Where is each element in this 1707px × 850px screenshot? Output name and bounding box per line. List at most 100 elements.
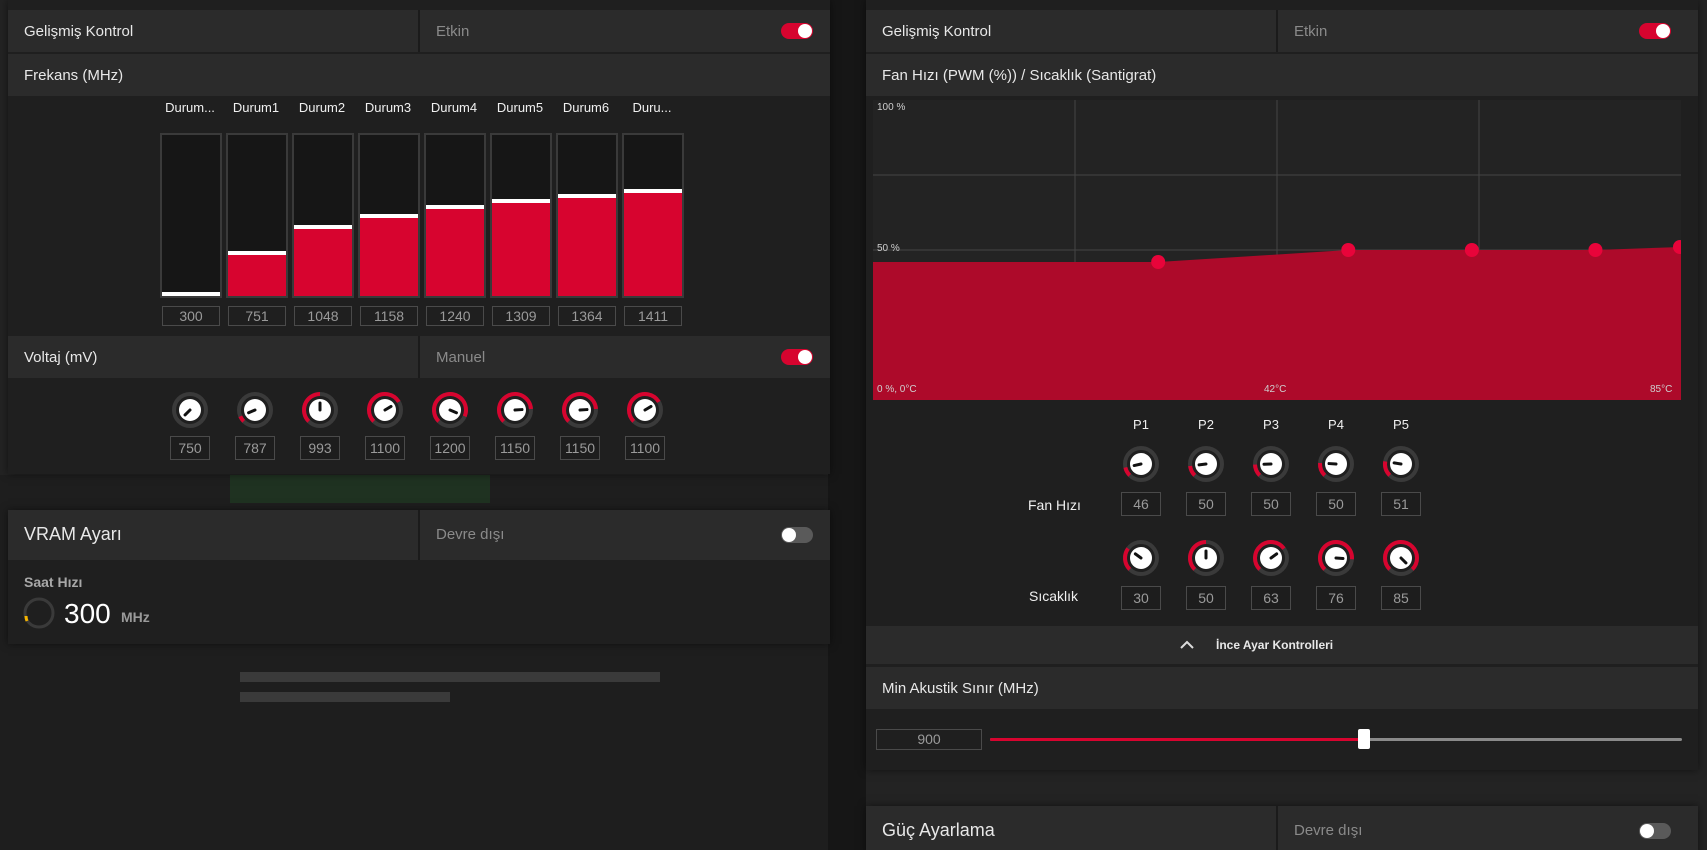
state-bar[interactable] [622, 133, 684, 298]
advanced-control-status: Etkin [436, 23, 470, 40]
state-value[interactable]: 1048 [294, 306, 352, 326]
state-bar-handle[interactable] [294, 224, 352, 229]
voltage-knob[interactable] [625, 390, 665, 430]
state-bar-handle[interactable] [624, 189, 682, 194]
state-value[interactable]: 1364 [558, 306, 616, 326]
min-acoustic-value[interactable]: 900 [876, 729, 982, 750]
fan-curve-svg [873, 100, 1681, 400]
voltage-knob[interactable] [430, 390, 470, 430]
voltage-knob[interactable] [365, 390, 405, 430]
clock-speed-value: 300 [64, 598, 111, 629]
state-value[interactable]: 751 [228, 306, 286, 326]
fan-speed-value[interactable]: 46 [1121, 492, 1161, 516]
fine-tune-row[interactable]: İnce Ayar Kontrolleri [866, 626, 1698, 664]
voltage-knob[interactable] [170, 390, 210, 430]
fan-speed-value[interactable]: 50 [1186, 492, 1226, 516]
temperature-value[interactable]: 85 [1381, 586, 1421, 610]
fan-speed-knob[interactable] [1381, 444, 1421, 484]
state-bar[interactable] [160, 133, 222, 298]
voltage-knob[interactable] [300, 390, 340, 430]
fan-advanced-control-status: Etkin [1294, 23, 1328, 40]
power-toggle[interactable] [1639, 823, 1671, 839]
temperature-knob[interactable] [1186, 538, 1226, 578]
voltage-knob[interactable] [235, 390, 275, 430]
temperature-knob[interactable] [1121, 538, 1161, 578]
frequency-state[interactable]: Durum5 1309 [489, 100, 552, 326]
fan-speed-value[interactable]: 51 [1381, 492, 1421, 516]
fan-speed-knob[interactable] [1316, 444, 1356, 484]
voltage-value[interactable]: 1100 [625, 436, 665, 460]
fan-curve-chart[interactable]: 100 % 50 % 0 %, 0°C 42°C 85°C [873, 100, 1681, 400]
state-name: Durum6 [562, 100, 610, 115]
state-bar[interactable] [292, 133, 354, 298]
voltage-value[interactable]: 993 [300, 436, 340, 460]
temperature-value[interactable]: 50 [1186, 586, 1226, 610]
temperature-knob[interactable] [1316, 538, 1356, 578]
state-bar-handle[interactable] [426, 205, 484, 210]
vram-label: VRAM Ayarı [24, 524, 122, 544]
frequency-state[interactable]: Durum2 1048 [291, 100, 354, 326]
voltage-knob[interactable] [495, 390, 535, 430]
frequency-state[interactable]: Duru... 1411 [621, 100, 684, 326]
frequency-state[interactable]: Durum1 751 [225, 100, 288, 326]
fan-speed-dial-icon [1253, 446, 1289, 482]
voltage-knob[interactable] [560, 390, 600, 430]
voltage-value[interactable]: 1150 [495, 436, 535, 460]
point-column-title: P5 [1393, 417, 1409, 432]
state-bar-handle[interactable] [492, 199, 550, 204]
state-value[interactable]: 300 [162, 306, 220, 326]
fan-advanced-control-toggle[interactable] [1639, 23, 1671, 39]
voltage-value[interactable]: 1200 [430, 436, 470, 460]
voltage-value[interactable]: 1150 [560, 436, 600, 460]
frequency-state[interactable]: Durum... 300 [159, 100, 222, 326]
state-bar-handle[interactable] [558, 194, 616, 199]
state-bar-handle[interactable] [360, 213, 418, 218]
state-bar[interactable] [424, 133, 486, 298]
min-acoustic-slider-thumb[interactable] [1357, 729, 1370, 749]
voltage-value[interactable]: 787 [235, 436, 275, 460]
fan-speed-knob[interactable] [1251, 444, 1291, 484]
state-bar-handle[interactable] [162, 292, 220, 296]
fan-speed-value[interactable]: 50 [1316, 492, 1356, 516]
frequency-state[interactable]: Durum6 1364 [555, 100, 618, 326]
temperature-value[interactable]: 76 [1316, 586, 1356, 610]
voltage-value[interactable]: 750 [170, 436, 210, 460]
state-name: Durum3 [364, 100, 412, 115]
min-acoustic-header: Min Akustik Sınır (MHz) [866, 667, 1698, 709]
frequency-state[interactable]: Durum4 1240 [423, 100, 486, 326]
state-bar-handle[interactable] [228, 250, 286, 255]
temperature-value[interactable]: 30 [1121, 586, 1161, 610]
voltage-value[interactable]: 1100 [365, 436, 405, 460]
toggle-knob [782, 528, 796, 542]
state-bar-fill [558, 196, 616, 296]
temperature-knob[interactable] [1251, 538, 1291, 578]
fan-speed-knob[interactable] [1121, 444, 1161, 484]
state-value[interactable]: 1240 [426, 306, 484, 326]
temperature-value[interactable]: 63 [1251, 586, 1291, 610]
advanced-control-toggle[interactable] [781, 23, 813, 39]
state-bar-fill [294, 226, 352, 296]
voltage-dial-icon [237, 392, 273, 428]
voltage-dial-icon [302, 392, 338, 428]
frequency-state[interactable]: Durum3 1158 [357, 100, 420, 326]
state-value[interactable]: 1411 [624, 306, 682, 326]
clock-gauge-icon [23, 597, 55, 629]
state-bar[interactable] [490, 133, 552, 298]
state-bar[interactable] [556, 133, 618, 298]
temperature-knob[interactable] [1381, 538, 1421, 578]
temperature-dial-icon [1188, 540, 1224, 576]
fan-speed-value[interactable]: 50 [1251, 492, 1291, 516]
vram-toggle[interactable] [781, 527, 813, 543]
voltage-dial-icon [172, 392, 208, 428]
fan-speed-knob[interactable] [1186, 444, 1226, 484]
state-value[interactable]: 1158 [360, 306, 418, 326]
fan-speed-dial-icon [1318, 446, 1354, 482]
state-bar[interactable] [358, 133, 420, 298]
fan-advanced-control-row: Gelişmiş Kontrol Etkin [866, 10, 1698, 52]
fan-curve-point [1151, 255, 1166, 269]
state-bar[interactable] [226, 133, 288, 298]
fan-curve-point [1588, 243, 1603, 257]
state-value[interactable]: 1309 [492, 306, 550, 326]
voltage-toggle[interactable] [781, 349, 813, 365]
gpu-tuning-panel: Gelişmiş Kontrol Etkin Frekans (MHz) Dur… [8, 0, 830, 474]
